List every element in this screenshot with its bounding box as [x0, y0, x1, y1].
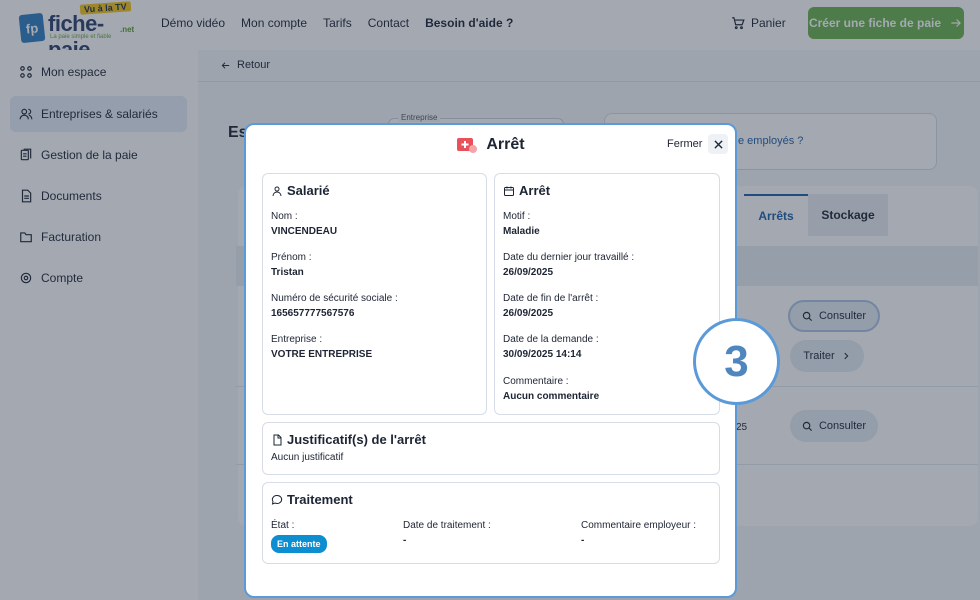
field-value: Aucun commentaire — [503, 391, 600, 402]
traitement-heading-text: Traitement — [287, 492, 353, 507]
justificatif-value: Aucun justificatif — [271, 452, 344, 463]
close-icon — [714, 139, 723, 149]
field-entreprise: Entreprise : VOTRE ENTREPRISE — [271, 334, 372, 360]
field-value: 26/09/2025 — [503, 267, 554, 278]
field-dernier-jour: Date du dernier jour travaillé : 26/09/2… — [503, 252, 634, 278]
field-value: VINCENDEAU — [271, 226, 338, 237]
field-label: Commentaire : — [503, 376, 569, 387]
field-commentaire-employeur: Commentaire employeur : - — [581, 520, 696, 546]
field-date-demande: Date de la demande : 30/09/2025 14:14 — [503, 334, 599, 360]
field-fin-arret: Date de fin de l'arrêt : 26/09/2025 — [503, 293, 598, 319]
file-icon — [273, 434, 282, 445]
field-label: Motif : — [503, 211, 531, 222]
field-motif: Motif : Maladie — [503, 211, 540, 237]
field-label: Entreprise : — [271, 334, 323, 345]
traitement-card: Traitement État : En attente Date de tra… — [262, 482, 720, 564]
justificatif-heading: Justificatif(s) de l'arrêt — [271, 432, 426, 447]
field-value: 165657777567576 — [271, 308, 355, 319]
field-value: VOTRE ENTREPRISE — [271, 349, 373, 360]
field-label: Nom : — [271, 211, 298, 222]
field-etat: État : En attente — [271, 520, 327, 553]
field-secu: Numéro de sécurité sociale : 16565777756… — [271, 293, 398, 319]
justificatif-card: Justificatif(s) de l'arrêt Aucun justifi… — [262, 422, 720, 475]
traitement-heading: Traitement — [271, 492, 353, 507]
field-value: - — [403, 535, 407, 546]
chat-bubble-icon — [271, 494, 283, 505]
medical-case-icon — [456, 135, 478, 155]
salarie-card: Salarié Nom : VINCENDEAU Prénom : Trista… — [262, 173, 487, 415]
modal-header: Arrêt — [246, 135, 735, 155]
field-value: - — [581, 535, 585, 546]
field-value: 30/09/2025 14:14 — [503, 349, 582, 360]
field-label: Commentaire employeur : — [581, 520, 697, 531]
field-label: État : — [271, 520, 295, 531]
field-commentaire: Commentaire : Aucun commentaire — [503, 376, 599, 402]
step-marker: 3 — [693, 318, 780, 405]
field-label: Date du dernier jour travaillé : — [503, 252, 635, 263]
field-nom: Nom : VINCENDEAU — [271, 211, 337, 237]
close-button[interactable] — [708, 134, 729, 154]
field-date-traitement: Date de traitement : - — [403, 520, 491, 546]
justificatif-heading-text: Justificatif(s) de l'arrêt — [287, 432, 426, 447]
field-prenom: Prénom : Tristan — [271, 252, 312, 278]
field-value: 26/09/2025 — [503, 308, 554, 319]
modal-close[interactable]: Fermer — [667, 134, 729, 154]
field-label: Date de fin de l'arrêt : — [503, 293, 599, 304]
calendar-icon — [504, 186, 514, 196]
close-label[interactable]: Fermer — [667, 138, 702, 150]
field-label: Prénom : — [271, 252, 312, 263]
salarie-heading: Salarié — [271, 183, 330, 198]
arret-modal: Arrêt Fermer Salarié Nom : VINCENDEAU Pr… — [244, 123, 737, 598]
field-value: Maladie — [503, 226, 540, 237]
field-label: Date de traitement : — [403, 520, 491, 531]
status-badge: En attente — [271, 535, 327, 553]
modal-title: Arrêt — [486, 136, 525, 153]
field-value: Tristan — [271, 267, 304, 278]
arret-heading-text: Arrêt — [519, 183, 551, 198]
field-label: Numéro de sécurité sociale : — [271, 293, 398, 304]
user-icon — [272, 186, 282, 196]
salarie-heading-text: Salarié — [287, 183, 330, 198]
arret-card: Arrêt Motif : Maladie Date du dernier jo… — [494, 173, 720, 415]
field-label: Date de la demande : — [503, 334, 599, 345]
arret-heading: Arrêt — [503, 183, 550, 198]
